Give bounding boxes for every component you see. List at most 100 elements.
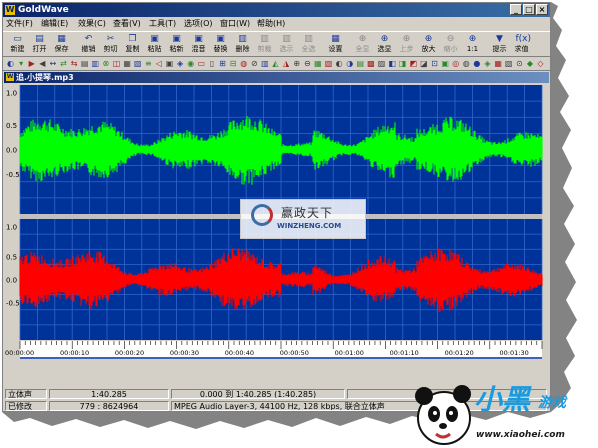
effect-tool-icon-39[interactable]: ◪ <box>419 59 428 69</box>
effect-tool-icon-17[interactable]: ◉ <box>186 59 195 69</box>
effect-tool-icon-20[interactable]: ⊞ <box>218 59 227 69</box>
menu-edit[interactable]: 编辑(E) <box>41 17 68 31</box>
menu-file[interactable]: 文件(F) <box>6 17 33 31</box>
effect-tool-icon-43[interactable]: ◍ <box>462 59 471 69</box>
menu-view[interactable]: 查看(V) <box>113 17 141 31</box>
effect-tool-icon-45[interactable]: ◈ <box>483 59 492 69</box>
effect-tool-icon-28[interactable]: ⊖ <box>303 59 312 69</box>
effect-tool-icon-30[interactable]: ▧ <box>324 59 333 69</box>
menu-effects[interactable]: 效果(C) <box>78 17 106 31</box>
toolbar-button-7[interactable]: ▣ 粘新 <box>166 33 187 57</box>
toolbar-button-0[interactable]: ▭ 新建 <box>7 33 28 57</box>
toolbar-button-2[interactable]: ▦ 保存 <box>51 33 72 57</box>
effect-tool-icon-41[interactable]: ▣ <box>441 59 450 69</box>
toolbar-button-21[interactable]: ▼ 提示 <box>489 33 510 57</box>
minimize-button[interactable]: _ <box>510 4 522 15</box>
timeline-label-6: 00:01:00 <box>335 349 364 357</box>
menu-options[interactable]: 选项(O) <box>184 17 213 31</box>
toolbar-icon-11: ▥ <box>260 34 269 44</box>
toolbar-button-3[interactable]: ↶ 撤销 <box>78 33 99 57</box>
toolbar-button-17[interactable]: ⊕ 上步 <box>396 33 417 57</box>
effect-tool-icon-24[interactable]: ▥ <box>260 59 269 69</box>
toolbar-button-1[interactable]: ▤ 打开 <box>29 33 50 57</box>
effect-tool-icon-27[interactable]: ⊕ <box>292 59 301 69</box>
toolbar-icon-21: ▼ <box>496 34 503 44</box>
effect-tool-icon-4[interactable]: ↔ <box>48 59 57 69</box>
effect-tool-icon-35[interactable]: ▨ <box>377 59 386 69</box>
effect-tool-icon-23[interactable]: ⊘ <box>250 59 259 69</box>
effect-tool-icon-15[interactable]: ▣ <box>165 59 174 69</box>
effect-tool-icon-11[interactable]: ▦ <box>123 59 132 69</box>
effect-tool-icon-32[interactable]: ◑ <box>345 59 354 69</box>
menu-window[interactable]: 窗口(W) <box>220 17 250 31</box>
effect-tool-icon-21[interactable]: ⊟ <box>229 59 238 69</box>
effect-tool-icon-46[interactable]: ▦ <box>494 59 503 69</box>
effect-tool-icon-47[interactable]: ▧ <box>504 59 513 69</box>
effect-tool-icon-18[interactable]: ▭ <box>197 59 206 69</box>
effect-tool-icon-19[interactable]: ▯ <box>207 59 216 69</box>
toolbar-button-19[interactable]: ⊖ 缩小 <box>440 33 461 57</box>
effect-tool-icon-22[interactable]: ◍ <box>239 59 248 69</box>
effect-tool-icon-9[interactable]: ⊗ <box>101 59 110 69</box>
effect-tool-icon-26[interactable]: ◮ <box>282 59 291 69</box>
effect-tool-icon-48[interactable]: ⊙ <box>515 59 524 69</box>
toolbar-button-12[interactable]: ▥ 选示 <box>276 33 297 57</box>
effect-tool-icon-40[interactable]: ⊡ <box>430 59 439 69</box>
toolbar-label-9: 替换 <box>213 45 228 53</box>
toolbar-button-6[interactable]: ▣ 粘贴 <box>144 33 165 57</box>
xiaohei-logo: 小黑 游戏 www.xiaohei.com <box>412 378 598 448</box>
toolbar-button-10[interactable]: ▥ 删除 <box>232 33 253 57</box>
effect-tool-icon-6[interactable]: ⇆ <box>70 59 79 69</box>
toolbar-button-18[interactable]: ⊕ 放大 <box>418 33 439 57</box>
toolbar-button-11[interactable]: ▥ 剪裁 <box>254 33 275 57</box>
effect-tool-icon-12[interactable]: ▧ <box>133 59 142 69</box>
effect-tool-icon-10[interactable]: ◫ <box>112 59 121 69</box>
toolbar-button-4[interactable]: ✂ 剪切 <box>100 33 121 57</box>
effect-tool-icon-34[interactable]: ▩ <box>366 59 375 69</box>
timeline-label-7: 00:01:10 <box>390 349 419 357</box>
toolbar-button-14[interactable]: ▦ 设置 <box>325 33 346 57</box>
menu-help[interactable]: 帮助(H) <box>257 17 285 31</box>
toolbar-button-5[interactable]: ❐ 复制 <box>122 33 143 57</box>
effect-tool-icon-1[interactable]: ▾ <box>17 59 26 69</box>
toolbar-label-10: 删除 <box>235 45 250 53</box>
effect-tool-icon-2[interactable]: ▶ <box>27 59 36 69</box>
effect-tool-icon-7[interactable]: ▤ <box>80 59 89 69</box>
effect-tool-icon-38[interactable]: ◩ <box>409 59 418 69</box>
timeline-label-3: 00:00:30 <box>170 349 199 357</box>
effect-tool-icon-13[interactable]: ≡ <box>144 59 153 69</box>
effect-tool-icon-8[interactable]: ▥ <box>91 59 100 69</box>
effect-tool-icon-25[interactable]: ◭ <box>271 59 280 69</box>
toolbar-label-18: 放大 <box>421 45 436 53</box>
effect-tool-icon-0[interactable]: ◐ <box>6 59 15 69</box>
toolbar-button-16[interactable]: ⊕ 选显 <box>374 33 395 57</box>
menu-tools[interactable]: 工具(T) <box>149 17 176 31</box>
effect-tool-icon-16[interactable]: ◈ <box>176 59 185 69</box>
effect-tool-icon-37[interactable]: ◨ <box>398 59 407 69</box>
toolbar-button-8[interactable]: ▣ 混音 <box>188 33 209 57</box>
maximize-button[interactable]: □ <box>523 4 535 15</box>
effect-tool-icon-3[interactable]: ◀ <box>38 59 47 69</box>
toolbar-button-9[interactable]: ▣ 替换 <box>210 33 231 57</box>
toolbar-icon-0: ▭ <box>13 34 22 44</box>
toolbar-label-8: 混音 <box>191 45 206 53</box>
effect-tool-icon-31[interactable]: ◐ <box>335 59 344 69</box>
y-axis-label: -0.5 <box>6 171 20 179</box>
effect-tool-icon-50[interactable]: ◇ <box>536 59 545 69</box>
toolbar-button-22[interactable]: f(x) 求值 <box>511 33 532 57</box>
effect-tool-icon-33[interactable]: ▤ <box>356 59 365 69</box>
effect-tool-icon-5[interactable]: ⇄ <box>59 59 68 69</box>
toolbar-label-5: 复制 <box>125 45 140 53</box>
effect-tool-icon-36[interactable]: ◧ <box>388 59 397 69</box>
effect-tool-icon-14[interactable]: ◁ <box>154 59 163 69</box>
toolbar-button-15[interactable]: ⊕ 全显 <box>352 33 373 57</box>
timeline-label-5: 00:00:50 <box>280 349 309 357</box>
effect-tool-icon-42[interactable]: ◎ <box>451 59 460 69</box>
toolbar-button-20[interactable]: ⊕ 1:1 <box>462 33 483 57</box>
timeline-progress <box>20 357 542 359</box>
effect-tool-icon-44[interactable]: ● <box>472 59 481 69</box>
effect-tool-icon-49[interactable]: ◆ <box>525 59 534 69</box>
toolbar-button-13[interactable]: ▥ 全选 <box>298 33 319 57</box>
effect-tool-icon-29[interactable]: ▦ <box>313 59 322 69</box>
close-button[interactable]: × <box>536 4 548 15</box>
